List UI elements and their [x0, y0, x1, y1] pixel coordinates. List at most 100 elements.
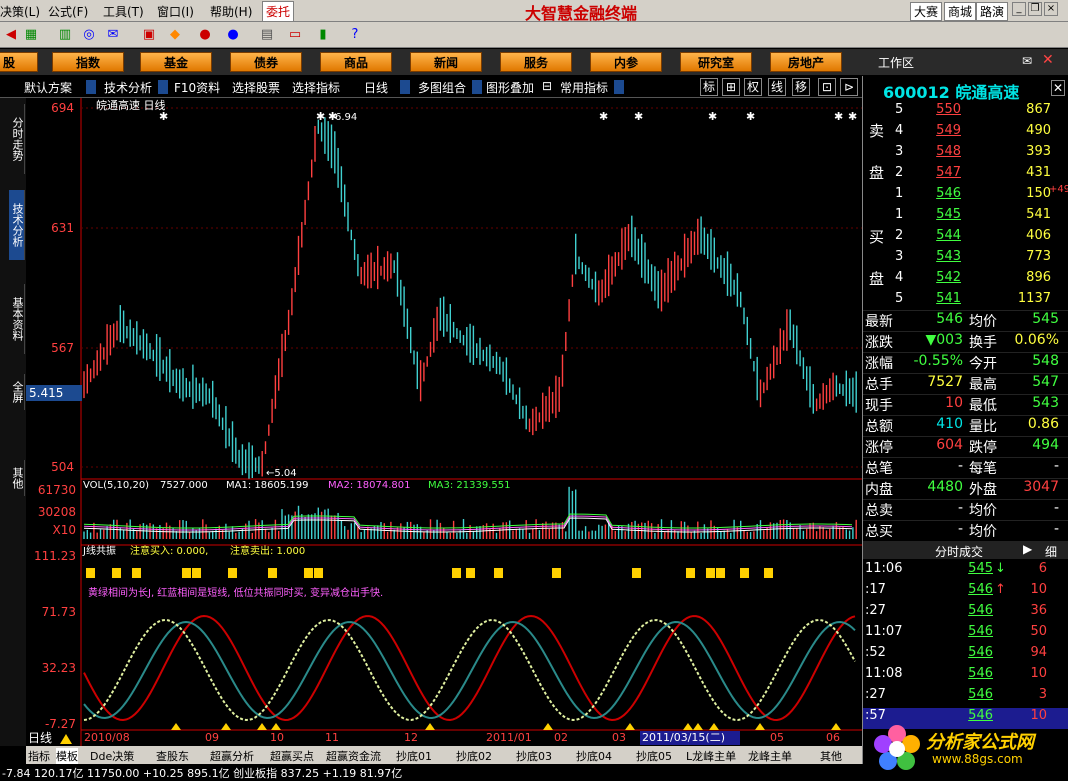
tick-row[interactable]: :52 546 94 — [863, 645, 1068, 666]
btab-indicator[interactable]: 指标 — [28, 748, 50, 764]
mark-button[interactable]: 标 — [700, 78, 718, 96]
flag-icon[interactable]: ▦ — [22, 26, 40, 44]
sell_orders-row[interactable]: 2 547 431 — [895, 165, 1067, 186]
btab-longfeng[interactable]: 龙峰主单 — [748, 748, 792, 764]
tick-row[interactable]: :17 546 ↑ 10 — [863, 582, 1068, 603]
btab-bottom02[interactable]: 抄底02 — [456, 748, 492, 764]
btab-template[interactable]: 模板 — [56, 748, 78, 764]
chevron-down-icon[interactable] — [400, 80, 410, 94]
sell_orders-row[interactable]: 4 549 490 — [895, 123, 1067, 144]
tech-analysis-select[interactable]: 技术分析 — [104, 79, 152, 96]
rights-button[interactable]: 权 — [744, 78, 762, 96]
grid-button[interactable]: ⊞ — [722, 78, 740, 96]
line-button[interactable]: 线 — [768, 78, 786, 96]
nav-stock[interactable]: 股 — [0, 52, 38, 72]
btab-buypoint[interactable]: 超赢买点 — [270, 748, 314, 764]
sell_orders-row[interactable]: 1 546 150 — [895, 186, 1067, 207]
nav-realestate[interactable]: 房地产 — [770, 52, 842, 72]
help-icon[interactable]: ? — [346, 26, 364, 44]
select-stock-button[interactable]: 选择股票 — [232, 79, 280, 96]
nav-research[interactable]: 研究室 — [680, 52, 752, 72]
chart-area[interactable]: ✱ ✱ ✱ ✱ ✱ ✱ ✱ ✱ ✱ 2010/08 09 10 11 12 2011/01 02 03 2011… — [0, 98, 862, 746]
quote-value: 604 — [936, 437, 963, 453]
circle-red-icon[interactable]: ● — [196, 26, 214, 44]
tick-row[interactable]: 11:08 546 10 — [863, 666, 1068, 687]
btab-bottom04[interactable]: 抄底04 — [576, 748, 612, 764]
menu-help[interactable]: 帮助(H) — [210, 3, 252, 20]
sell_orders-row[interactable]: 5 550 867 — [895, 102, 1067, 123]
contest-button[interactable]: 大赛 — [910, 2, 943, 21]
close-icon[interactable]: ✕ — [1042, 52, 1054, 68]
buy_orders-row[interactable]: 4 542 896 — [895, 270, 1067, 291]
sell_orders-row[interactable]: 3 548 393 — [895, 144, 1067, 165]
scheme-select[interactable]: 默认方案 — [24, 79, 72, 96]
tick-row[interactable]: :27 546 3 — [863, 687, 1068, 708]
btab-bottom03[interactable]: 抄底03 — [516, 748, 552, 764]
minimize-icon[interactable]: _ — [1012, 2, 1026, 16]
date-label: 2011/03/15(二) — [642, 731, 725, 744]
zoom-button[interactable]: ⊡ — [818, 78, 836, 96]
tick-header-label[interactable]: 分时成交 — [935, 543, 983, 560]
tick-row[interactable]: 11:06 545 ↓ 6 — [863, 561, 1068, 582]
btab-longfeng-l[interactable]: L龙峰主单 — [686, 748, 736, 764]
f10-button[interactable]: F10资料 — [174, 79, 220, 96]
chevron-down-icon[interactable] — [614, 80, 624, 94]
btab-shareholder[interactable]: 查股东 — [156, 748, 189, 764]
lock-icon[interactable]: ⊟ — [542, 79, 552, 93]
diamond-icon[interactable]: ◆ — [166, 26, 184, 44]
btab-bottom01[interactable]: 抄底01 — [396, 748, 432, 764]
nav-index[interactable]: 指数 — [52, 52, 124, 72]
chart-icon[interactable]: ▥ — [56, 26, 74, 44]
mail-icon[interactable]: ✉ — [1022, 54, 1032, 68]
binocular-icon[interactable]: ◎ — [80, 26, 98, 44]
buy_orders-row[interactable]: 5 541 1137 — [895, 291, 1067, 312]
nav-insider[interactable]: 内参 — [590, 52, 662, 72]
quote-key: 内盘 — [865, 482, 893, 498]
menu-decision[interactable]: 决策(L) — [0, 3, 40, 20]
detail-tab[interactable]: 细 — [1045, 543, 1057, 560]
common-indicator-select[interactable]: 常用指标 — [560, 79, 608, 96]
close-icon[interactable]: ✕ — [1051, 80, 1065, 96]
chevron-down-icon[interactable] — [472, 80, 482, 94]
mall-button[interactable]: 商城 — [944, 2, 977, 21]
tick-row[interactable]: 11:07 546 50 — [863, 624, 1068, 645]
alarm-icon[interactable]: ✉ — [104, 26, 122, 44]
roadshow-button[interactable]: 路演 — [976, 2, 1009, 21]
btab-capital[interactable]: 超赢资金流 — [326, 748, 381, 764]
arrow-right-icon[interactable]: ▶ — [1023, 542, 1032, 556]
close-icon[interactable]: × — [1044, 2, 1058, 16]
nav-news[interactable]: 新闻 — [410, 52, 482, 72]
nav-bond[interactable]: 债券 — [230, 52, 302, 72]
nav-commodity[interactable]: 商品 — [320, 52, 392, 72]
menu-window[interactable]: 窗口(I) — [157, 3, 194, 20]
buy_orders-row[interactable]: 3 543 773 — [895, 249, 1067, 270]
select-indicator-button[interactable]: 选择指标 — [292, 79, 340, 96]
weituo-button[interactable]: 委托 — [262, 1, 295, 22]
restore-icon[interactable]: ❐ — [1028, 2, 1042, 16]
window-icon[interactable]: ▭ — [286, 26, 304, 44]
buy_orders-row[interactable]: 1 545 541 — [895, 207, 1067, 228]
books-icon[interactable]: ▮ — [314, 26, 332, 44]
news-icon[interactable]: ▣ — [140, 26, 158, 44]
move-button[interactable]: 移 — [792, 78, 810, 96]
btab-bottom05[interactable]: 抄底05 — [636, 748, 672, 764]
btab-analysis[interactable]: 超赢分析 — [210, 748, 254, 764]
chevron-down-icon[interactable] — [158, 80, 168, 94]
play-button[interactable]: ⊳ — [840, 78, 858, 96]
btab-dde[interactable]: Dde决策 — [90, 748, 134, 764]
workspace-label[interactable]: 工作区 — [878, 54, 914, 71]
period-select[interactable]: 日线 — [364, 79, 388, 96]
nav-fund[interactable]: 基金 — [140, 52, 212, 72]
multi-chart-select[interactable]: 多图组合 — [418, 79, 466, 96]
tick-row[interactable]: :27 546 36 — [863, 603, 1068, 624]
menu-tools[interactable]: 工具(T) — [103, 3, 144, 20]
print-icon[interactable]: ▤ — [258, 26, 276, 44]
btab-other[interactable]: 其他 — [820, 748, 842, 764]
overlay-button[interactable]: 图形叠加 — [486, 79, 534, 96]
menu-formula[interactable]: 公式(F) — [48, 3, 88, 20]
buy_orders-row[interactable]: 2 544 406 — [895, 228, 1067, 249]
chevron-down-icon[interactable] — [86, 80, 96, 94]
nav-service[interactable]: 服务 — [500, 52, 572, 72]
back-icon[interactable]: ◀ — [2, 26, 20, 44]
circle-blue-icon[interactable]: ● — [224, 26, 242, 44]
